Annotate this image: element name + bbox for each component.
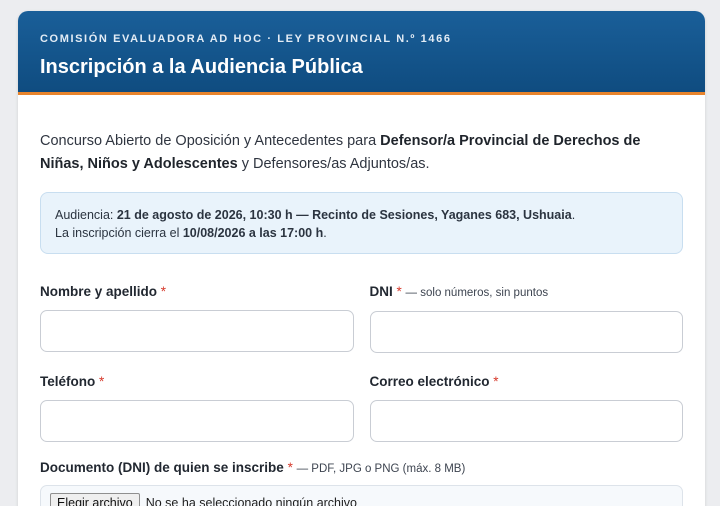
email-label: Correo electrónico *	[370, 374, 499, 389]
name-label: Nombre y apellido *	[40, 284, 166, 299]
document-file-input: Elegir archivo No se ha seleccionado nin…	[40, 485, 683, 506]
hearing-notice: Audiencia: 21 de agosto de 2026, 10:30 h…	[40, 192, 683, 254]
dni-label-text: DNI	[369, 284, 393, 299]
notice-deadline-value: 10/08/2026 a las 17:00 h	[182, 226, 324, 240]
choose-file-button[interactable]: Elegir archivo	[50, 492, 140, 506]
file-status-text: No se ha seleccionado ningún archivo	[145, 496, 357, 506]
document-hint: — PDF, JPG o PNG (máx. 8 MB)	[296, 463, 466, 475]
form-row-identity: Nombre y apellido * DNI * — solo números…	[40, 283, 683, 353]
intro-text-2: y Defensores/as Adjuntos/as.	[237, 156, 430, 172]
dni-input[interactable]	[369, 311, 683, 353]
dni-label: DNI * — solo números, sin puntos	[370, 284, 549, 299]
phone-field-group: Teléfono *	[40, 373, 354, 442]
name-input[interactable]	[40, 310, 354, 352]
registration-card: COMISIÓN EVALUADORA AD HOC · LEY PROVINC…	[18, 11, 705, 506]
notice-line-deadline: La inscripción cierra el 10/08/2026 a la…	[55, 224, 668, 242]
dni-hint: — solo números, sin puntos	[405, 287, 549, 299]
email-label-text: Correo electrónico	[369, 374, 490, 389]
notice-deadline-suffix: .	[323, 226, 327, 240]
required-mark: *	[160, 284, 167, 299]
document-label: Documento (DNI) de quien se inscribe * —…	[40, 460, 465, 475]
notice-date-value: 21 de agosto de 2026, 10:30 h — Recinto …	[116, 208, 572, 222]
notice-deadline-prefix: La inscripción cierra el	[55, 226, 183, 240]
notice-date-suffix: .	[571, 208, 576, 222]
name-label-text: Nombre y apellido	[40, 284, 158, 299]
required-mark: *	[99, 374, 105, 389]
form-row-contact: Teléfono * Correo electrónico *	[40, 373, 683, 442]
email-input[interactable]	[369, 400, 683, 442]
dni-field-group: DNI * — solo números, sin puntos	[369, 283, 683, 353]
name-field-group: Nombre y apellido *	[40, 283, 354, 353]
notice-line-date: Audiencia: 21 de agosto de 2026, 10:30 h…	[55, 206, 668, 224]
document-label-text: Documento (DNI) de quien se inscribe	[40, 460, 284, 475]
document-field-group: Documento (DNI) de quien se inscribe * —…	[40, 459, 683, 506]
phone-input[interactable]	[40, 400, 354, 442]
header-kicker: COMISIÓN EVALUADORA AD HOC · LEY PROVINC…	[40, 33, 452, 45]
page-title: Inscripción a la Audiencia Pública	[40, 56, 363, 78]
notice-date-prefix: Audiencia:	[55, 208, 117, 222]
required-mark: *	[396, 284, 402, 299]
card-body: Concurso Abierto de Oposición y Antecede…	[18, 95, 705, 506]
card-header: COMISIÓN EVALUADORA AD HOC · LEY PROVINC…	[18, 11, 705, 95]
intro-paragraph: Concurso Abierto de Oposición y Antecede…	[40, 130, 683, 176]
intro-text-1: Concurso Abierto de Oposición y Antecede…	[40, 133, 381, 149]
required-mark: *	[287, 460, 293, 475]
phone-label-text: Teléfono	[40, 374, 96, 389]
required-mark: *	[493, 374, 499, 389]
phone-label: Teléfono *	[40, 374, 104, 389]
email-field-group: Correo electrónico *	[369, 373, 683, 442]
